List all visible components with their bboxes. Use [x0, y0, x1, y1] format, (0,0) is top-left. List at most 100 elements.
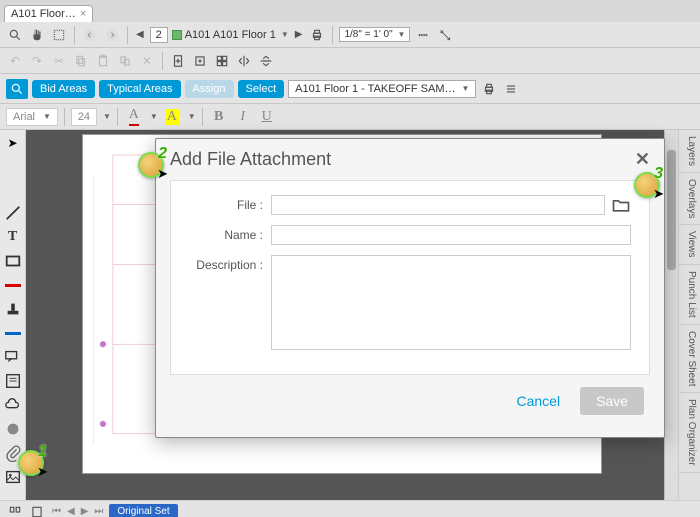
pan-hand-icon[interactable]	[28, 26, 46, 44]
dialog-title: Add File Attachment	[170, 149, 635, 170]
scale-select[interactable]: 1/8" = 1' 0" ▼	[339, 27, 410, 42]
bid-areas-button[interactable]: Bid Areas	[32, 80, 95, 98]
underline-button[interactable]: U	[257, 107, 277, 127]
page-status-icon	[172, 30, 182, 40]
sheet-navigator: ⏮ ◀ ▶ ⏭ Original Set	[0, 500, 700, 517]
active-area-select[interactable]: A101 Floor 1 - TAKEOFF SAM… ▼	[288, 80, 476, 98]
stamp-tool-icon[interactable]	[4, 300, 22, 318]
description-input[interactable]	[271, 255, 631, 350]
name-row: Name :	[181, 225, 631, 245]
tab-overlays[interactable]: Overlays	[679, 173, 700, 225]
measure-icon[interactable]	[414, 26, 432, 44]
callout-tool-icon[interactable]	[4, 348, 22, 366]
separator	[127, 26, 128, 44]
tab-bar: A101 Floor… ×	[0, 0, 700, 22]
chevron-down-icon: ▼	[43, 112, 51, 121]
toolbar-text-format: Arial ▼ 24 ▼ A ▼ A ▼ B I U	[0, 104, 700, 130]
document-tab[interactable]: A101 Floor… ×	[4, 5, 93, 22]
first-page-icon[interactable]: ⏮	[50, 506, 63, 517]
sheet-set-label[interactable]: Original Set	[109, 504, 177, 517]
marquee-icon[interactable]	[50, 26, 68, 44]
prev-page-icon[interactable]: ◀	[134, 29, 146, 40]
underline-tool-icon[interactable]	[4, 324, 22, 342]
text-color-button[interactable]: A	[124, 107, 144, 127]
cancel-button[interactable]: Cancel	[506, 387, 570, 415]
circle-tool-icon[interactable]	[4, 420, 22, 438]
scale-value: 1/8" = 1' 0"	[344, 29, 392, 40]
line-tool-icon[interactable]	[4, 204, 22, 222]
export-icon[interactable]	[191, 52, 209, 70]
select-button[interactable]: Select	[238, 80, 285, 98]
page-number-input[interactable]: 2	[150, 27, 168, 43]
separator	[117, 108, 118, 126]
duplicate-icon[interactable]	[116, 52, 134, 70]
separator	[202, 108, 203, 126]
chevron-down-icon[interactable]: ▼	[150, 112, 158, 121]
text-tool-icon[interactable]: T	[4, 228, 22, 246]
assign-button[interactable]: Assign	[185, 80, 234, 98]
tab-punch-list[interactable]: Punch List	[679, 265, 700, 325]
redo-icon[interactable]: ↷	[28, 52, 46, 70]
bold-button[interactable]: B	[209, 107, 229, 127]
italic-button[interactable]: I	[233, 107, 253, 127]
thumbnails-icon[interactable]	[6, 503, 24, 517]
tab-views[interactable]: Views	[679, 225, 700, 265]
vertical-scrollbar[interactable]	[664, 130, 678, 500]
image-tool-icon[interactable]	[4, 468, 22, 486]
forward-icon[interactable]	[103, 26, 121, 44]
cloud-tool-icon[interactable]	[4, 396, 22, 414]
font-size-input[interactable]: 24	[71, 108, 97, 126]
dimension-icon[interactable]	[436, 26, 454, 44]
grid-icon[interactable]	[213, 52, 231, 70]
separator	[74, 26, 75, 44]
dialog-actions: Cancel Save	[156, 375, 664, 419]
browse-folder-icon[interactable]	[611, 195, 631, 215]
area-search-button[interactable]	[6, 79, 28, 99]
copy-icon[interactable]	[72, 52, 90, 70]
active-area-value: A101 Floor 1 - TAKEOFF SAM…	[295, 83, 455, 95]
flip-v-icon[interactable]	[257, 52, 275, 70]
delete-icon[interactable]: ✕	[138, 52, 156, 70]
rect-tool-icon[interactable]	[4, 252, 22, 270]
description-label: Description :	[181, 255, 271, 272]
page-label[interactable]: A101 A101 Floor 1 ▼	[172, 29, 289, 41]
list-icon[interactable]	[502, 80, 520, 98]
pointer-tool-icon[interactable]: ➤	[4, 134, 22, 152]
highlight-tool-icon[interactable]	[4, 276, 22, 294]
font-select[interactable]: Arial ▼	[6, 108, 58, 126]
save-button[interactable]: Save	[580, 387, 644, 415]
close-icon[interactable]: ✕	[635, 149, 650, 170]
print-area-icon[interactable]	[480, 80, 498, 98]
font-name: Arial	[13, 111, 35, 123]
chevron-down-icon[interactable]: ▼	[103, 112, 111, 121]
file-input[interactable]	[271, 195, 605, 215]
next-page-icon[interactable]: ▶	[293, 29, 305, 40]
scrollbar-thumb[interactable]	[667, 150, 676, 270]
toolbar-edit: ↶ ↷ ✂ ✕	[0, 48, 700, 74]
tab-layers[interactable]: Layers	[679, 130, 700, 173]
note-tool-icon[interactable]	[4, 372, 22, 390]
typical-areas-button[interactable]: Typical Areas	[99, 80, 180, 98]
undo-icon[interactable]: ↶	[6, 52, 24, 70]
print-icon[interactable]	[308, 26, 326, 44]
last-page-icon[interactable]: ⏭	[92, 506, 105, 517]
tab-plan-organizer[interactable]: Plan Organizer	[679, 393, 700, 473]
chevron-down-icon[interactable]: ▼	[188, 112, 196, 121]
tool-sidebar: ➤ T	[0, 130, 26, 500]
tab-cover-sheet[interactable]: Cover Sheet	[679, 325, 700, 394]
back-icon[interactable]	[81, 26, 99, 44]
search-icon[interactable]	[6, 26, 24, 44]
prev-page-icon[interactable]: ◀	[65, 506, 77, 517]
new-page-icon[interactable]	[169, 52, 187, 70]
close-icon[interactable]: ×	[80, 8, 86, 20]
toolbar-navigation: ◀ 2 A101 A101 Floor 1 ▼ ▶ 1/8" = 1' 0" ▼	[0, 22, 700, 48]
flip-h-icon[interactable]	[235, 52, 253, 70]
sheet-list-icon[interactable]	[28, 503, 46, 517]
name-input[interactable]	[271, 225, 631, 245]
callout-number: 2	[158, 145, 167, 163]
highlight-button[interactable]: A	[162, 107, 182, 127]
chevron-down-icon: ▼	[281, 30, 289, 39]
cut-icon[interactable]: ✂	[50, 52, 68, 70]
next-page-icon[interactable]: ▶	[79, 506, 91, 517]
paste-icon[interactable]	[94, 52, 112, 70]
